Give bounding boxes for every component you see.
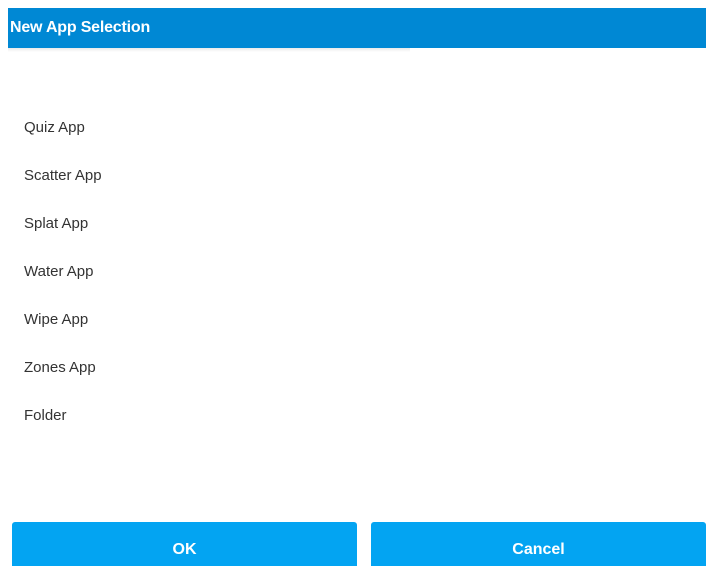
new-app-selection-dialog: New App Selection Quiz App Scatter App S…: [0, 0, 706, 566]
app-item-zones[interactable]: Zones App: [24, 352, 102, 400]
app-item-folder[interactable]: Folder: [24, 400, 102, 448]
app-item-water[interactable]: Water App: [24, 256, 102, 304]
app-list: Quiz App Scatter App Splat App Water App…: [24, 112, 102, 448]
app-item-wipe[interactable]: Wipe App: [24, 304, 102, 352]
app-item-splat[interactable]: Splat App: [24, 208, 102, 256]
cancel-button[interactable]: Cancel: [371, 522, 706, 566]
app-item-scatter[interactable]: Scatter App: [24, 160, 102, 208]
app-item-quiz[interactable]: Quiz App: [24, 112, 102, 160]
ok-button[interactable]: OK: [12, 522, 357, 566]
title-divider: [8, 48, 410, 52]
dialog-title: New App Selection: [10, 19, 151, 36]
title-bar: New App Selection: [8, 8, 706, 48]
